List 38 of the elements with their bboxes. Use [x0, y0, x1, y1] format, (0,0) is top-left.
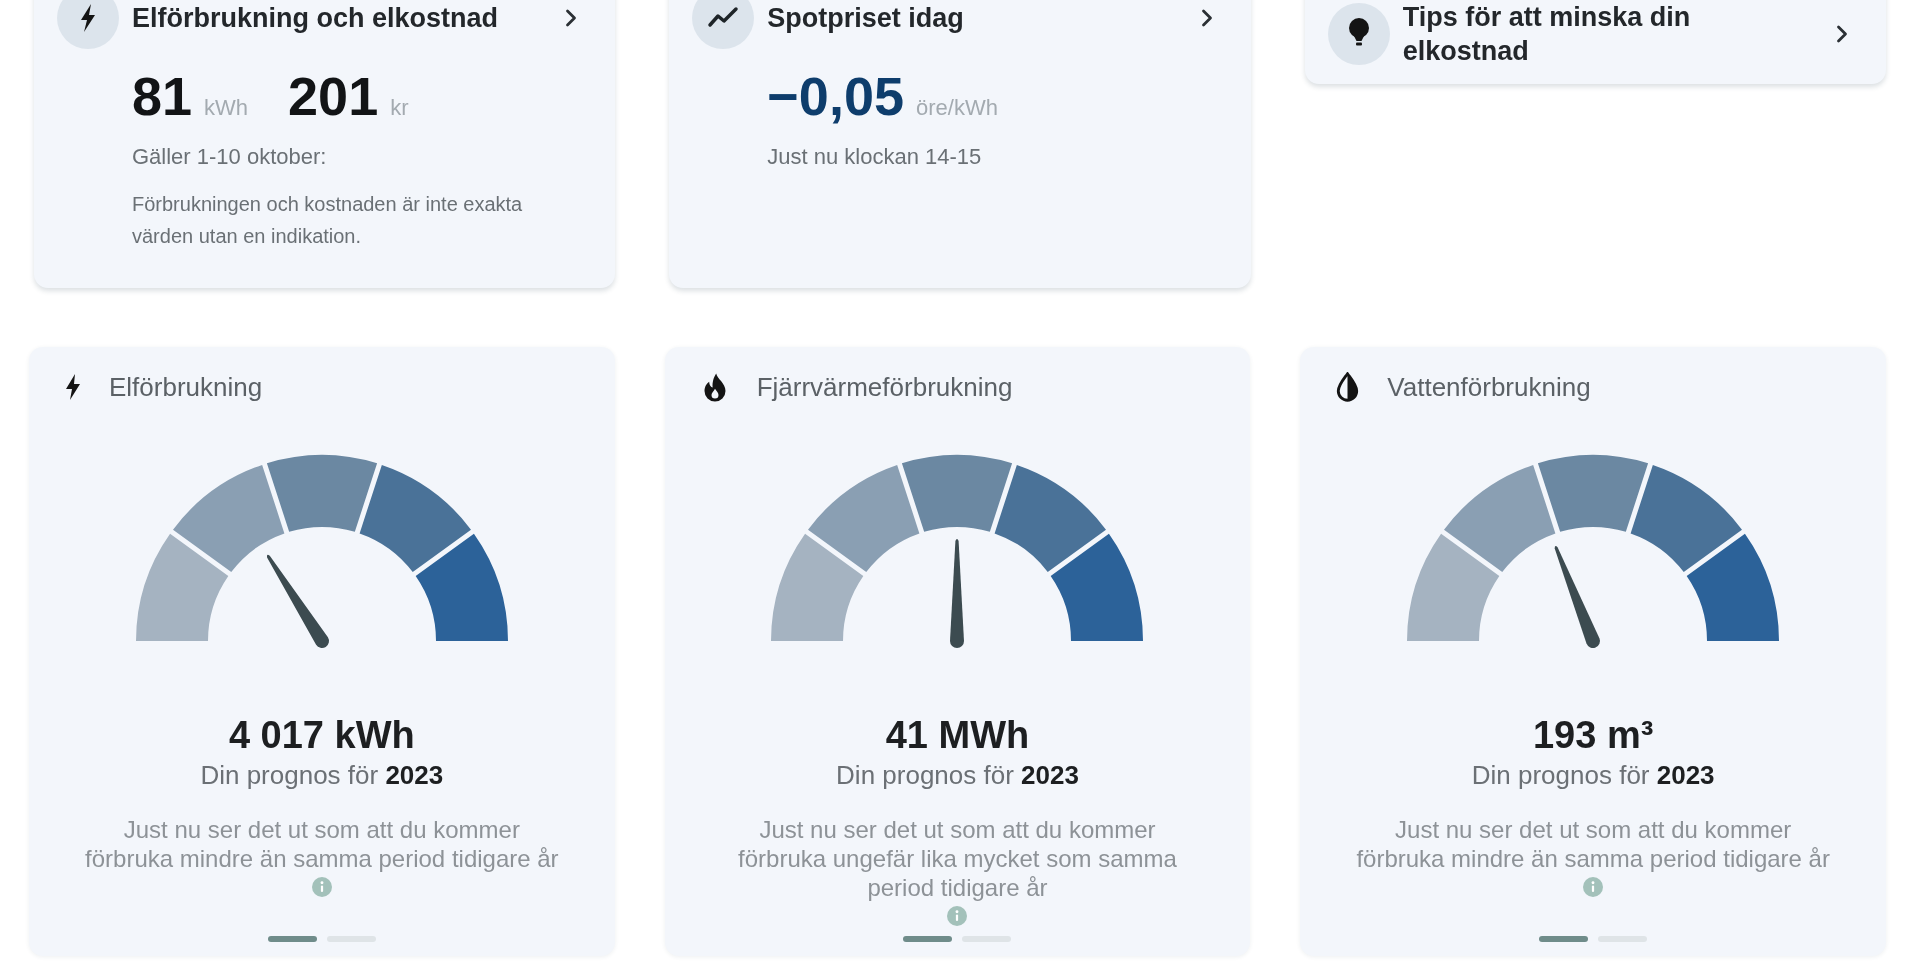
- unit-label: kWh: [204, 95, 249, 121]
- card-title: Tips för att minska din elkostnad: [1402, 1, 1692, 68]
- info-icon[interactable]: [1583, 877, 1604, 897]
- forecast-label: Din prognos för 2023: [1471, 759, 1715, 791]
- info-icon[interactable]: [947, 906, 968, 926]
- period-text: Just nu klockan 14-15: [767, 143, 982, 171]
- chevron-right-icon[interactable]: [1836, 25, 1848, 43]
- card-title: Fjärrvärmeförbrukning: [756, 371, 1013, 403]
- page-indicator[interactable]: [267, 936, 317, 942]
- period-text: Gäller 1-10 oktober:: [132, 143, 327, 171]
- forecast-label: Din prognos för 2023: [836, 759, 1079, 791]
- info-icon[interactable]: [311, 877, 332, 897]
- chevron-right-icon[interactable]: [565, 9, 578, 27]
- bolt-icon: [57, 0, 119, 49]
- disclaimer-text: Förbrukningen och kostnaden är inte exakta värden utan en indikation.: [132, 192, 524, 249]
- amount-value: 201: [288, 66, 379, 126]
- forecast-value: 41 MWh: [885, 713, 1030, 757]
- card-title: Elförbrukning och elkostnad: [132, 2, 500, 35]
- unit-label: öre/kWh: [915, 95, 998, 121]
- description-text: Just nu ser det ut som att du kommer förbruka mindre än samma period tidigare år: [84, 815, 560, 873]
- bolt-icon: [65, 374, 81, 400]
- drop-icon: [1336, 372, 1360, 402]
- description-text: Just nu ser det ut som att du kommer förbruka ungefär lika mycket som samma period tidigare år: [737, 815, 1178, 902]
- chevron-right-icon[interactable]: [1200, 9, 1213, 27]
- forecast-value: 4 017 kWh: [228, 713, 415, 757]
- card-title: Vattenförbrukning: [1387, 371, 1591, 403]
- lightbulb-icon: [1327, 3, 1390, 65]
- description-text: Just nu ser det ut som att du kommer förbruka mindre än samma period tidigare år: [1355, 815, 1831, 873]
- card-title: Spotpriset idag: [767, 2, 965, 35]
- forecast-value: 193 m³: [1532, 713, 1654, 757]
- card-title: Elförbrukning: [109, 371, 263, 403]
- page-indicator[interactable]: [1539, 936, 1589, 942]
- chart-line-icon: [692, 0, 755, 49]
- amount-value: −0,05: [767, 66, 904, 126]
- unit-label: kr: [390, 95, 409, 121]
- forecast-label: Din prognos för 2023: [200, 759, 444, 791]
- amount-value: 81: [132, 66, 193, 126]
- page-indicator[interactable]: [903, 936, 953, 942]
